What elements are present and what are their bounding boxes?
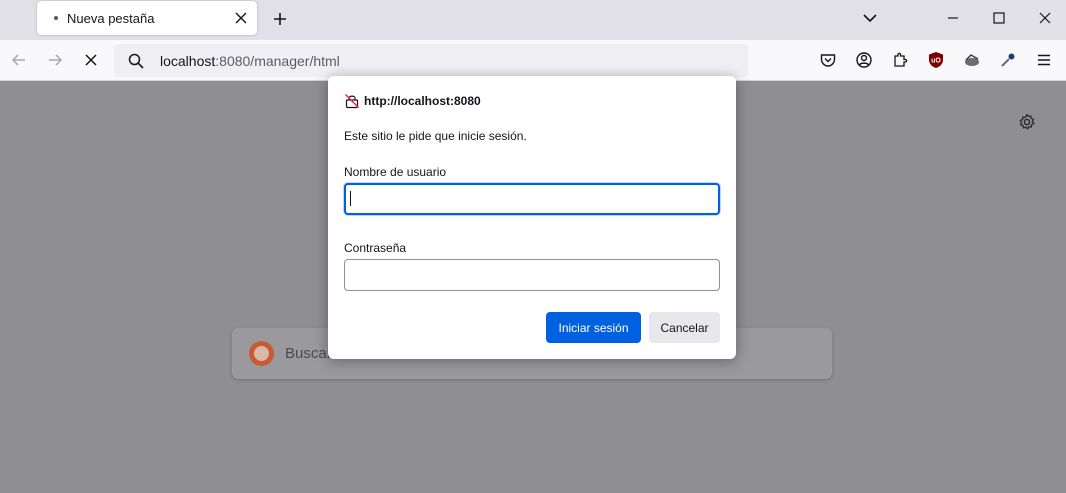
pocket-icon[interactable] <box>818 50 838 70</box>
new-tab-icon[interactable] <box>270 9 290 29</box>
url-text[interactable]: localhost:8080/manager/html <box>160 53 340 69</box>
eyedropper-icon[interactable] <box>998 50 1018 70</box>
insecure-lock-icon <box>345 94 359 109</box>
account-icon[interactable] <box>854 50 874 70</box>
password-input[interactable] <box>344 259 720 291</box>
gear-icon[interactable] <box>1017 112 1037 132</box>
dialog-origin: http://localhost:8080 <box>364 94 481 108</box>
login-button[interactable]: Iniciar sesión <box>546 312 641 343</box>
tab-title: Nueva pestaña <box>67 11 155 26</box>
tab-nueva-pestana[interactable]: Nueva pestaña <box>37 1 257 35</box>
svg-text:uO: uO <box>931 58 941 65</box>
search-icon <box>128 53 144 69</box>
text-caret <box>350 191 351 206</box>
page-search-placeholder: Buscar <box>285 345 332 362</box>
back-icon[interactable] <box>9 50 29 70</box>
url-bar[interactable]: localhost:8080/manager/html <box>114 44 748 77</box>
username-input[interactable] <box>344 183 720 215</box>
extension-animal-icon[interactable] <box>962 50 982 70</box>
stop-icon[interactable] <box>81 50 101 70</box>
dialog-message: Este sitio le pide que inicie sesión. <box>344 129 527 143</box>
auth-dialog: http://localhost:8080 Este sitio le pide… <box>328 76 736 359</box>
cancel-button[interactable]: Cancelar <box>649 312 720 343</box>
url-host: localhost <box>160 53 216 69</box>
duckduckgo-icon <box>249 341 274 366</box>
menu-icon[interactable] <box>1034 50 1054 70</box>
navigation-toolbar: localhost:8080/manager/html uO <box>0 40 1066 81</box>
close-window-icon[interactable] <box>1035 8 1055 28</box>
close-icon[interactable] <box>233 10 249 26</box>
minimize-icon[interactable] <box>943 8 963 28</box>
chevron-down-icon[interactable] <box>860 8 880 28</box>
extensions-icon[interactable] <box>890 50 910 70</box>
username-label: Nombre de usuario <box>344 165 447 179</box>
password-label: Contraseña <box>344 241 407 255</box>
tab-loading-indicator <box>54 16 58 20</box>
maximize-icon[interactable] <box>989 8 1009 28</box>
forward-icon[interactable] <box>45 50 65 70</box>
tab-strip: Nueva pestaña <box>0 0 1066 40</box>
url-path: :8080/manager/html <box>215 53 340 69</box>
ublock-icon[interactable]: uO <box>926 50 946 70</box>
